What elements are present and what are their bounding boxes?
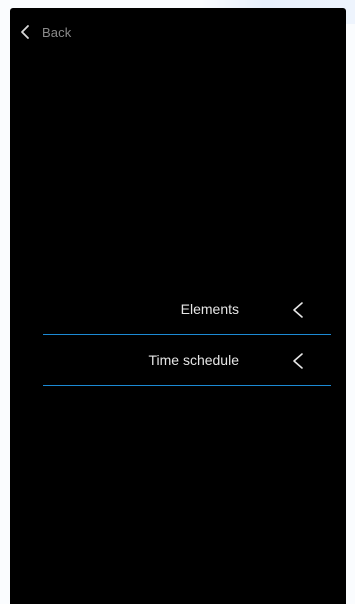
menu-list: Elements Time schedule: [43, 286, 331, 386]
menu-item-elements[interactable]: Elements: [43, 286, 331, 335]
menu-item-time-schedule[interactable]: Time schedule: [43, 337, 331, 386]
menu-item-label: Elements: [180, 301, 239, 317]
chevron-left-icon: [291, 301, 305, 319]
chevron-left-icon: [291, 352, 305, 370]
page: Back Elements Time schedule: [0, 0, 355, 604]
chevron-left-icon: [18, 24, 32, 40]
menu-item-label: Time schedule: [148, 352, 239, 368]
back-label: Back: [42, 24, 72, 40]
app-screen: Back Elements Time schedule: [10, 8, 346, 604]
back-button[interactable]: Back: [18, 22, 71, 42]
